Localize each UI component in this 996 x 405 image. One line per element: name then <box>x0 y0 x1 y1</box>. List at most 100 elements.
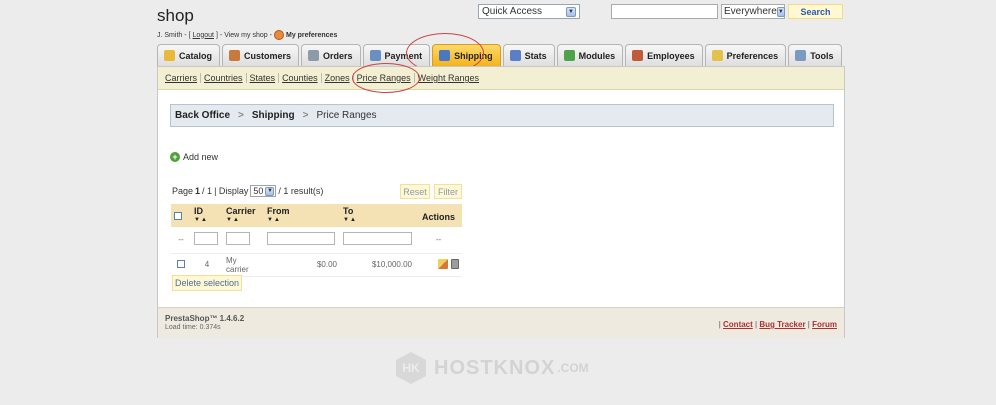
main-tabs: Catalog Customers Orders Payment Shipping Sta… <box>157 44 842 66</box>
table-row[interactable]: 4 My carrier $0.00 $10,000.00 <box>171 253 462 277</box>
filter-carrier-input[interactable] <box>226 232 250 246</box>
display-count-select[interactable]: 50 ▼ <box>250 185 277 197</box>
add-icon: + <box>170 152 180 162</box>
tab-label: Tools <box>810 50 834 61</box>
tab-label: Stats <box>524 50 547 61</box>
tab-customers[interactable]: Customers <box>222 44 300 66</box>
breadcrumb-current: Price Ranges <box>316 110 377 121</box>
highlight-circle-price-ranges <box>352 63 420 93</box>
sort-arrows-icon[interactable]: ▼▲ <box>226 217 261 223</box>
filter-id-input[interactable] <box>194 232 218 246</box>
preferences-icon <box>711 50 723 61</box>
subnav-zones[interactable]: Zones <box>322 73 354 83</box>
sort-arrows-icon[interactable]: ▼▲ <box>194 217 220 223</box>
chart-icon <box>509 50 521 61</box>
quick-access-select[interactable]: Quick Access ▼ <box>478 4 580 19</box>
col-from: From ▼▲ <box>264 204 340 227</box>
sort-arrows-icon[interactable]: ▼▲ <box>267 217 337 223</box>
row-checkbox[interactable] <box>177 259 185 268</box>
hostknox-logo-icon: HK <box>396 352 426 384</box>
subnav-weight-ranges[interactable]: Weight Ranges <box>415 73 482 83</box>
filter-row: -- -- <box>171 227 462 254</box>
chevron-right-icon: > <box>302 110 309 121</box>
watermark-domain: .COM <box>557 361 589 375</box>
main-panel: Carriers Countries States Counties Zones Pric… <box>157 66 845 338</box>
cell-id: 4 <box>191 253 223 277</box>
cell-carrier: My carrier <box>223 253 264 277</box>
tab-label: Customers <box>244 50 292 61</box>
pagination-info: Page 1 / 1 | Display 50 ▼ / 1 result(s) <box>172 185 324 197</box>
user-pref-icon <box>273 30 284 40</box>
breadcrumb-section[interactable]: Shipping <box>252 110 295 121</box>
subnav-countries[interactable]: Countries <box>201 73 247 83</box>
col-id: ID ▼▲ <box>191 204 223 227</box>
tab-orders[interactable]: Orders <box>301 44 361 66</box>
subnav-counties[interactable]: Counties <box>279 73 322 83</box>
search-button[interactable]: Search <box>788 4 843 19</box>
cell-to: $10,000.00 <box>340 253 415 277</box>
subnav-states[interactable]: States <box>247 73 280 83</box>
tab-label: Modules <box>578 50 616 61</box>
chevron-down-icon: ▼ <box>776 6 785 17</box>
filter-button[interactable]: Filter <box>434 184 462 199</box>
tab-tools[interactable]: Tools <box>788 44 842 66</box>
folder-icon <box>164 50 175 61</box>
chevron-down-icon: ▼ <box>265 186 275 196</box>
delete-icon[interactable] <box>451 258 459 269</box>
breadcrumb: Back Office > Shipping > Price Ranges <box>170 104 834 127</box>
reset-button[interactable]: Reset <box>400 184 430 199</box>
bug-tracker-link[interactable]: Bug Tracker <box>759 320 805 329</box>
subnav-carriers[interactable]: Carriers <box>162 73 202 83</box>
sort-arrows-icon[interactable]: ▼▲ <box>343 217 412 223</box>
add-new-link[interactable]: + Add new <box>170 152 218 162</box>
puzzle-icon <box>563 50 575 61</box>
select-all-header <box>171 204 191 227</box>
logout-link[interactable]: Logout <box>193 32 214 39</box>
filter-from-input[interactable] <box>267 232 335 246</box>
payment-icon <box>369 50 381 61</box>
watermark: HK HOSTKNOX .COM <box>396 352 589 384</box>
search-scope-select[interactable]: Everywhere ▼ <box>721 4 785 19</box>
shop-title: shop <box>157 6 194 25</box>
table-header-row: ID ▼▲ Carrier ▼▲ From ▼▲ To ▼▲ Actions <box>171 204 462 227</box>
col-to: To ▼▲ <box>340 204 415 227</box>
page-current: 1 <box>195 186 201 196</box>
price-ranges-table: ID ▼▲ Carrier ▼▲ From ▼▲ To ▼▲ Actions -- --… <box>171 204 462 277</box>
footer-links: | Contact | Bug Tracker | Forum <box>718 320 837 329</box>
forum-link[interactable]: Forum <box>812 320 837 329</box>
tab-label: Employees <box>647 50 695 61</box>
preferences-link[interactable]: My preferences <box>273 30 337 40</box>
col-actions: Actions <box>415 204 462 227</box>
edit-icon[interactable] <box>438 258 448 269</box>
tab-label: Catalog <box>179 50 213 61</box>
tab-employees[interactable]: Employees <box>625 44 703 66</box>
chevron-right-icon: > <box>238 110 244 121</box>
col-carrier: Carrier ▼▲ <box>223 204 264 227</box>
search-input[interactable] <box>611 4 718 19</box>
tools-icon <box>795 50 807 61</box>
user-name: J. Smith <box>157 31 183 39</box>
cell-from: $0.00 <box>264 253 340 277</box>
chevron-down-icon: ▼ <box>566 6 576 17</box>
tab-modules[interactable]: Modules <box>556 44 624 66</box>
select-all-checkbox[interactable] <box>174 211 182 220</box>
view-shop-link[interactable]: View my shop <box>224 32 267 39</box>
tab-catalog[interactable]: Catalog <box>157 44 221 66</box>
tab-label: Orders <box>323 50 353 61</box>
filter-to-input[interactable] <box>343 232 412 246</box>
watermark-text: HOSTKNOX <box>434 356 556 379</box>
filter-placeholder: -- <box>415 227 462 254</box>
footer: PrestaShop™ 1.4.6.2 Load time: 0.374s | … <box>158 307 844 338</box>
user-icon <box>229 50 241 61</box>
breadcrumb-root[interactable]: Back Office <box>175 110 230 121</box>
subnav: Carriers Countries States Counties Zones Pric… <box>158 67 844 90</box>
tab-label: Preferences <box>726 50 779 61</box>
employees-icon <box>632 50 644 61</box>
user-line: J. Smith - [Logout] - View my shop - My … <box>157 30 338 40</box>
contact-link[interactable]: Contact <box>723 320 753 329</box>
filter-placeholder: -- <box>171 227 191 254</box>
tab-stats[interactable]: Stats <box>502 44 555 66</box>
cart-icon <box>308 50 320 61</box>
delete-selection-button[interactable]: Delete selection <box>172 275 242 291</box>
tab-preferences[interactable]: Preferences <box>704 44 787 66</box>
